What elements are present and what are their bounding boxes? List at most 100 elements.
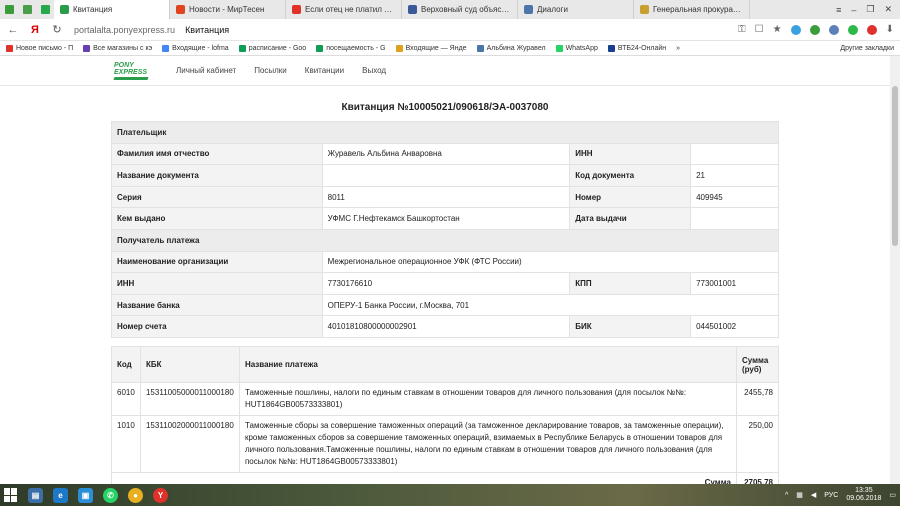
- payments-table: Код КБК Название платежа Сумма (руб) 601…: [111, 346, 780, 484]
- bookmark-favicon-icon: [6, 44, 13, 52]
- browser-logo-icon[interactable]: Я: [28, 24, 42, 36]
- bookmark-label: расписание - Goo: [248, 44, 307, 52]
- refresh-icon[interactable]: ↻: [50, 23, 64, 36]
- download-icon[interactable]: ⬇: [886, 24, 894, 35]
- other-bookmarks[interactable]: Другие закладки: [840, 45, 894, 52]
- tray-arrow-icon[interactable]: ^: [785, 492, 788, 499]
- bookmark-label: Входящие - lofma: [172, 44, 229, 52]
- tab-label: Новости - МирТесен: [189, 5, 265, 14]
- org-label: Наименование организации: [111, 250, 323, 274]
- extension-icon-5[interactable]: [866, 24, 877, 35]
- browser-tab[interactable]: Новости - МирТесен: [170, 0, 286, 19]
- extension-icon-1[interactable]: [790, 24, 801, 35]
- account-value: 40101810800000002901: [321, 315, 571, 338]
- browser-tab[interactable]: Верховный суд объяснил: [402, 0, 518, 19]
- tab-favicon-icon: [60, 5, 69, 14]
- scrollbar-thumb[interactable]: [892, 86, 898, 246]
- tab-label: Диалоги: [537, 5, 568, 14]
- col-sum-header: Сумма (руб): [735, 346, 780, 383]
- extension-icon-3[interactable]: [828, 24, 839, 35]
- bookmark-favicon-icon: [316, 44, 324, 52]
- page-title: Квитанция №10005021/090618/ЭА-0037080: [341, 102, 549, 113]
- bookmark-favicon-icon: [83, 44, 91, 52]
- bookmark-item[interactable]: WhatsApp: [555, 44, 598, 52]
- chrome-icon[interactable]: ●: [128, 487, 143, 503]
- address-bar: ← Я ↻ portalalta.ponyexpress.ru Квитанци…: [0, 19, 900, 41]
- window-icon[interactable]: ☐: [755, 24, 764, 35]
- tab-favicon-icon: [640, 5, 649, 14]
- nav-logout[interactable]: Выход: [362, 66, 386, 75]
- bookmark-favicon-icon: [162, 44, 170, 52]
- page-scrollbar[interactable]: [890, 56, 900, 484]
- bookmark-favicon-icon: [607, 44, 615, 52]
- sheet-icon: [40, 5, 50, 14]
- ie-browser-icon[interactable]: e: [53, 487, 68, 503]
- bookmark-item[interactable]: расписание - Goo: [238, 44, 307, 52]
- pony-express-logo[interactable]: PONY EXPRESS: [113, 61, 149, 80]
- col-kbk-header: КБК: [139, 346, 240, 383]
- browser-tab[interactable]: Генеральная прокуратур: [634, 0, 750, 19]
- bookmark-item[interactable]: Альбина Журавел: [476, 44, 546, 52]
- tab-label: Квитанция: [73, 5, 113, 14]
- bookmark-item[interactable]: Все магазины с кэ: [83, 44, 152, 52]
- file-explorer-icon[interactable]: ▤: [28, 487, 43, 503]
- key-icon[interactable]: ⚿: [738, 24, 746, 35]
- bank-label: Название банка: [111, 293, 323, 317]
- close-icon[interactable]: ✕: [884, 4, 892, 15]
- grid-icon: [4, 5, 14, 14]
- clock-time: 13:35: [855, 487, 873, 494]
- star-icon[interactable]: ★: [773, 24, 782, 35]
- browser-menu-button[interactable]: [0, 0, 18, 19]
- browser-tab[interactable]: Если отец не платил алим: [286, 0, 402, 19]
- bookmark-item[interactable]: Входящие - lofma: [162, 44, 229, 52]
- notifications-icon[interactable]: ▭: [889, 491, 896, 499]
- doc-name-value: [321, 164, 571, 187]
- maximize-icon[interactable]: ❐: [866, 4, 874, 15]
- clock[interactable]: 13:35 09.06.2018: [846, 487, 881, 503]
- inn-label: ИНН: [569, 142, 692, 166]
- bookmarks-bar: Новое письмо - П Все магазины с кэ Входящи…: [0, 41, 900, 56]
- bookmark-item[interactable]: Входящие — Янде: [395, 44, 467, 52]
- page-content: PONY EXPRESS Личный кабинет Посылки Квит…: [0, 56, 890, 484]
- row-kbk: 15311002000011000180: [139, 415, 240, 473]
- tab-pin-button-2[interactable]: [36, 0, 54, 19]
- recipient-section-title: Получатель платежа: [111, 228, 779, 252]
- extension-icon-4[interactable]: [847, 24, 858, 35]
- minimize-icon[interactable]: –: [851, 5, 856, 15]
- windows-start-icon[interactable]: [4, 488, 18, 502]
- bookmark-label: Новое письмо - П: [16, 44, 74, 52]
- pin-icon: [22, 5, 32, 14]
- explorer-icon[interactable]: ▣: [78, 487, 93, 503]
- bookmark-item[interactable]: Новое письмо - П: [6, 44, 74, 52]
- extension-icon-2[interactable]: [809, 24, 820, 35]
- account-label: Номер счета: [111, 315, 323, 338]
- table-row: 6010 15311005000011000180 Таможенные пош…: [111, 382, 780, 416]
- fio-value: Журавель Альбина Анваровна: [321, 142, 571, 166]
- yandex-browser-icon[interactable]: Y: [153, 487, 168, 503]
- total-row: Сумма 2705,78: [111, 472, 780, 484]
- bookmark-item[interactable]: ВТБ24-Онлайн: [607, 44, 666, 52]
- volume-icon[interactable]: ◀: [811, 491, 816, 499]
- browser-tab[interactable]: Диалоги: [518, 0, 634, 19]
- browser-tab[interactable]: Квитанция: [54, 0, 170, 19]
- recipient-inn-label: ИНН: [111, 272, 323, 295]
- url-field[interactable]: ↻ portalalta.ponyexpress.ru Квитанция: [50, 23, 730, 36]
- fio-label: Фамилия имя отчество: [111, 142, 323, 166]
- tab-pin-button[interactable]: [18, 0, 36, 19]
- recipient-inn-value: 7730176610: [321, 272, 571, 295]
- more-bookmarks-icon[interactable]: »: [676, 45, 680, 52]
- nav-receipts[interactable]: Квитанции: [305, 66, 344, 75]
- logo-text-1: PONY: [114, 61, 134, 69]
- nav-parcels[interactable]: Посылки: [254, 66, 287, 75]
- bookmark-favicon-icon: [395, 44, 403, 52]
- issued-by-label: Кем выдано: [111, 207, 323, 230]
- bik-label: БИК: [569, 315, 692, 338]
- bookmark-item[interactable]: посещаемость - G: [316, 44, 386, 52]
- tab-list-icon[interactable]: ≡: [836, 5, 841, 15]
- language-indicator[interactable]: РУС: [824, 492, 838, 499]
- back-icon[interactable]: ←: [6, 24, 20, 36]
- row-sum: 250,00: [735, 415, 780, 473]
- whatsapp-icon[interactable]: ✆: [103, 487, 118, 503]
- network-icon[interactable]: ▦: [796, 491, 803, 499]
- nav-personal-cabinet[interactable]: Личный кабинет: [176, 66, 236, 75]
